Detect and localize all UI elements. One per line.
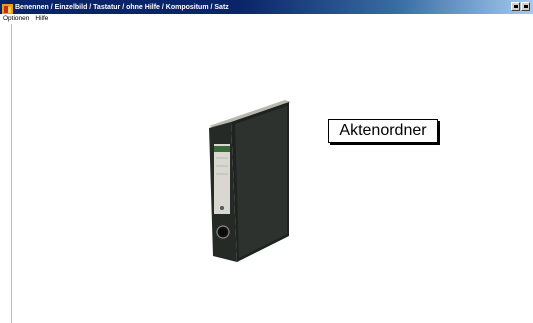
title-bar[interactable]: Benennen / Einzelbild / Tastatur / ohne … [0, 0, 533, 15]
menu-hilfe[interactable]: Hilfe [32, 14, 51, 24]
binder-image [205, 96, 295, 264]
app-icon[interactable] [2, 2, 13, 15]
title-buttons [511, 2, 530, 11]
left-divider [11, 24, 12, 323]
maximize-icon [524, 5, 528, 8]
app-window: Benennen / Einzelbild / Tastatur / ohne … [0, 0, 533, 323]
menu-optionen[interactable]: Optionen [0, 14, 32, 24]
binder-icon [209, 100, 291, 262]
menu-bar: Optionen Hilfe [0, 14, 533, 24]
window-title: Benennen / Einzelbild / Tastatur / ohne … [15, 3, 229, 11]
restore-button[interactable] [511, 2, 520, 11]
word-card[interactable]: Aktenordner [328, 119, 438, 143]
word-text: Aktenordner [339, 122, 427, 139]
maximize-button[interactable] [521, 2, 530, 11]
restore-icon [514, 5, 518, 8]
